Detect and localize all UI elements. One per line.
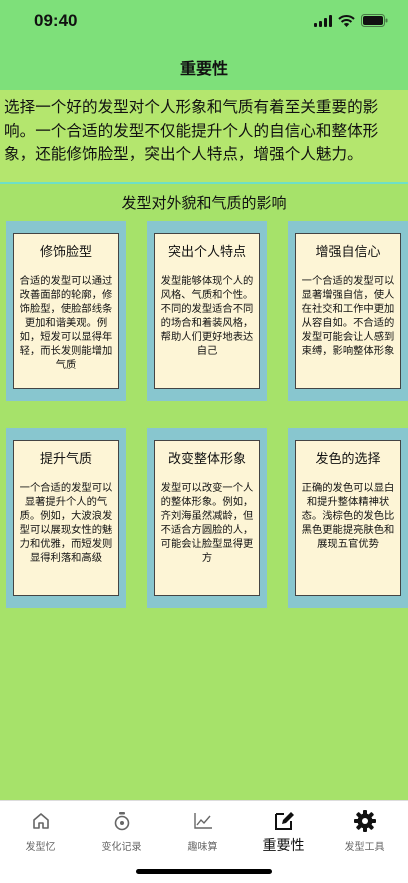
page-title: 重要性 — [179, 59, 228, 78]
card-hair-color[interactable]: 发色的选择 正确的发色可以显白和提升整体精神状态。浅棕色的发色比黑色更能提亮肤色… — [288, 428, 408, 608]
tab-fun-calc[interactable]: 趣味算 — [162, 807, 243, 853]
tab-label: 发型忆 — [25, 842, 56, 853]
card-confidence[interactable]: 增强自信心 一个合适的发型可以显著增强自信，使人在社交和工作中更加从容自如。不合… — [288, 221, 408, 401]
signal-icon — [314, 14, 332, 27]
card-temperament[interactable]: 提升气质 一个合适的发型可以显著提升个人的气质。例如，大波浪发型可以展现女性的魅… — [6, 428, 126, 608]
card-title: 发色的选择 — [315, 452, 381, 467]
stopwatch-icon — [114, 812, 129, 831]
card-title: 突出个人特点 — [167, 245, 246, 260]
tab-label: 重要性 — [262, 838, 305, 854]
card-body: 发型能够体现个人的风格、气质和个性。不同的发型适合不同的场合和着装风格，帮助人们… — [160, 275, 254, 357]
card-body: 一个合适的发型可以显著增强自信，使人在社交和工作中更加从容自如。不合适的发型可能… — [301, 275, 395, 357]
card-content: 发色的选择 正确的发色可以显白和提升整体精神状态。浅棕色的发色比黑色更能提亮肤色… — [295, 440, 401, 596]
card-content: 修饰脸型 合适的发型可以通过改善面部的轮廓，修饰脸型，使脸部线条更加和谐美观。例… — [13, 233, 119, 389]
tab-label: 变化记录 — [101, 842, 142, 853]
card-body: 合适的发型可以通过改善面部的轮廓，修饰脸型，使脸部线条更加和谐美观。例如，短发可… — [19, 275, 113, 371]
card-content: 突出个人特点 发型能够体现个人的风格、气质和个性。不同的发型适合不同的场合和着装… — [154, 233, 260, 389]
card-title: 提升气质 — [39, 452, 92, 467]
card-content: 改变整体形象 发型可以改变一个人的整体形象。例如，齐刘海虽然减龄，但不适合方圆脸… — [154, 440, 260, 596]
card-title: 增强自信心 — [315, 245, 381, 260]
wifi-icon — [338, 14, 355, 27]
card-face-shape[interactable]: 修饰脸型 合适的发型可以通过改善面部的轮廓，修饰脸型，使脸部线条更加和谐美观。例… — [6, 221, 126, 401]
card-title: 修饰脸型 — [39, 245, 92, 260]
status-time: 09:40 — [34, 11, 78, 30]
card-title: 改变整体形象 — [167, 452, 246, 467]
tab-importance[interactable]: 重要性 — [243, 807, 324, 855]
card-content: 提升气质 一个合适的发型可以显著提升个人的气质。例如，大波浪发型可以展现女性的魅… — [13, 440, 119, 596]
nav-bar: 重要性 — [0, 44, 408, 90]
card-body: 发型可以改变一个人的整体形象。例如，齐刘海虽然减龄，但不适合方圆脸的人，可能会让… — [160, 482, 254, 564]
section-title: 发型对外貌和气质的影响 — [121, 194, 287, 212]
gear-icon — [353, 810, 376, 832]
tab-home[interactable]: 发型忆 — [0, 807, 81, 853]
card-personal-traits[interactable]: 突出个人特点 发型能够体现个人的风格、气质和个性。不同的发型适合不同的场合和着装… — [147, 221, 267, 401]
chart-line-icon — [193, 813, 212, 829]
tab-label: 趣味算 — [187, 842, 218, 853]
status-icons — [314, 14, 388, 27]
edit-icon — [274, 812, 294, 830]
card-overall-image[interactable]: 改变整体形象 发型可以改变一个人的整体形象。例如，齐刘海虽然减龄，但不适合方圆脸… — [147, 428, 267, 608]
tab-label: 发型工具 — [344, 842, 385, 853]
tab-change-record[interactable]: 变化记录 — [81, 807, 162, 853]
intro-text: 选择一个好的发型对个人形象和气质有着至关重要的影响。一个合适的发型不仅能提升个人… — [0, 90, 408, 184]
status-bar: 09:40 — [0, 0, 408, 44]
card-content: 增强自信心 一个合适的发型可以显著增强自信，使人在社交和工作中更加从容自如。不合… — [295, 233, 401, 389]
card-body: 一个合适的发型可以显著提升个人的气质。例如，大波浪发型可以展现女性的魅力和优雅，… — [19, 482, 113, 564]
tab-hair-tools[interactable]: 发型工具 — [324, 807, 405, 853]
home-indicator — [136, 869, 272, 874]
battery-icon — [361, 14, 388, 27]
card-body: 正确的发色可以显白和提升整体精神状态。浅棕色的发色比黑色更能提亮肤色和展现五官优… — [301, 482, 395, 550]
home-icon — [32, 813, 49, 829]
